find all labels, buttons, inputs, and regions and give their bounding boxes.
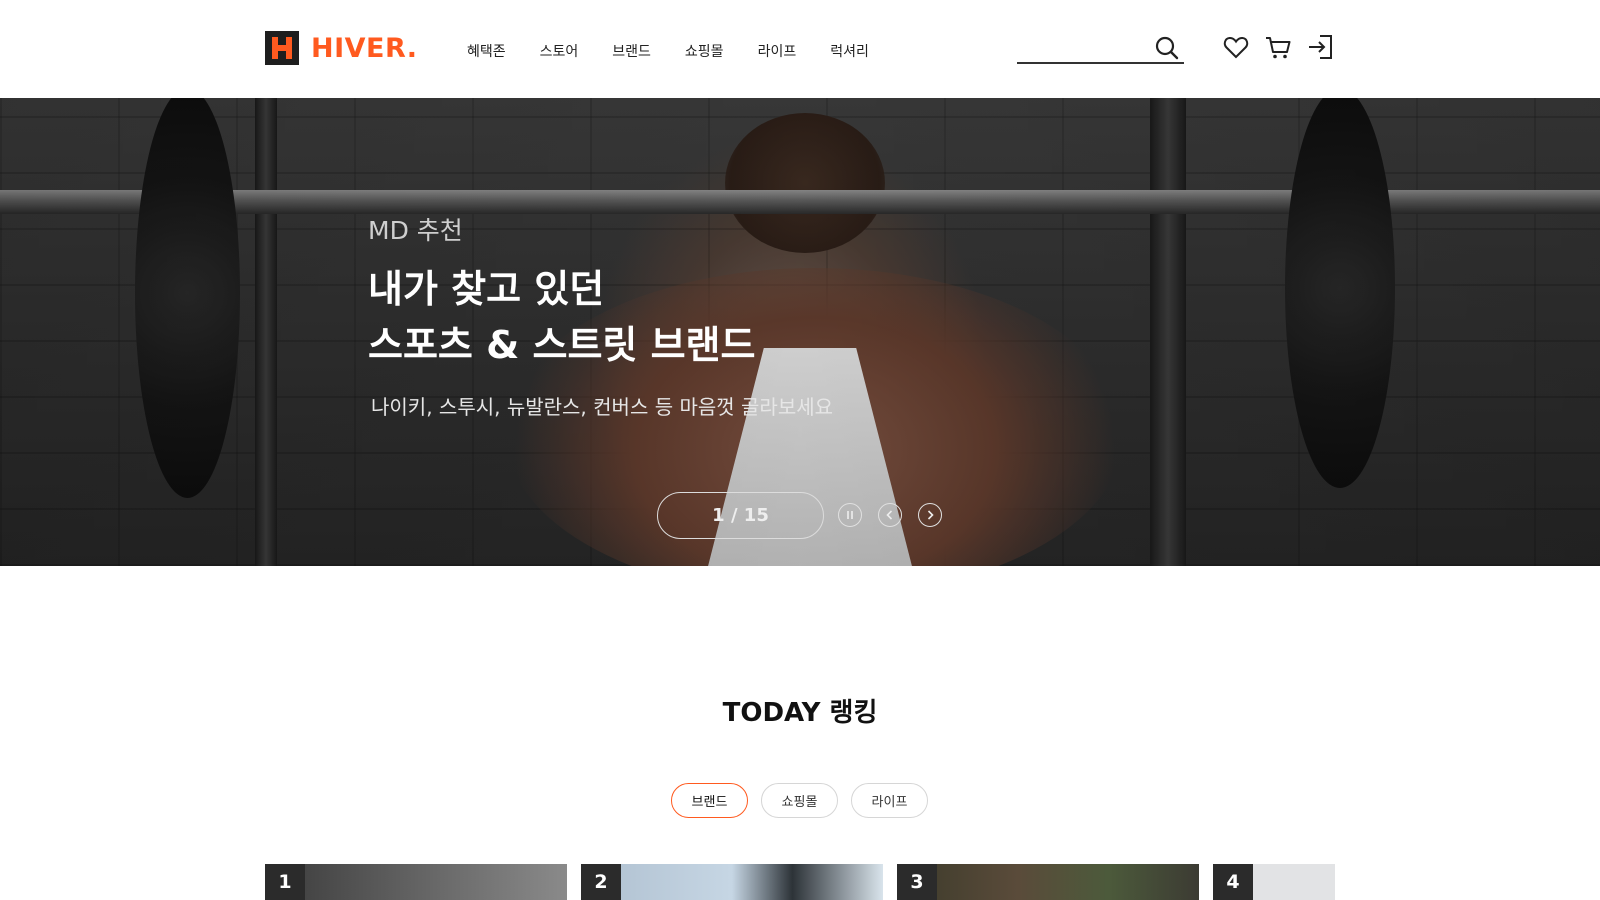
slide-pager: 1 / 15 [657,492,824,539]
nav-item-store[interactable]: 스토어 [540,41,579,61]
brand-name: HIVER. [311,32,418,64]
pause-icon[interactable] [838,503,862,527]
nav-item-life[interactable]: 라이프 [758,41,797,61]
chevron-right-icon[interactable] [918,503,942,527]
nav-item-brand[interactable]: 브랜드 [612,41,651,61]
heart-icon[interactable] [1222,33,1250,61]
ranking-card[interactable]: 4 [1213,864,1335,900]
hero-title-line2: 스포츠 & 스트릿 브랜드 [368,323,756,367]
ranking-card[interactable]: 1 [265,864,567,900]
ranking-tabs: 브랜드 쇼핑몰 라이프 [671,783,941,818]
tab-mall[interactable]: 쇼핑몰 [761,783,838,818]
logo-mark-icon [265,31,299,65]
ranking-card[interactable]: 3 [897,864,1199,900]
tab-life[interactable]: 라이프 [851,783,928,818]
rank-number: 1 [265,864,305,900]
ranking-cards: 1 2 3 4 [265,864,1335,900]
nav-item-benefits[interactable]: 혜택존 [467,41,506,61]
ranking-title: TODAY 랭킹 [722,698,878,728]
login-icon[interactable] [1306,33,1334,61]
cart-icon[interactable] [1264,33,1292,61]
ranking-card[interactable]: 2 [581,864,883,900]
hero-copy: MD 추천 내가 찾고 있던 스포츠 & 스트릿 브랜드 나이키, 스투시, 뉴… [368,211,833,420]
hero-banner[interactable]: MD 추천 내가 찾고 있던 스포츠 & 스트릿 브랜드 나이키, 스투시, 뉴… [0,98,1600,566]
rank-number: 2 [581,864,621,900]
hero-eyebrow: MD 추천 [368,216,463,245]
rank-number: 4 [1213,864,1253,900]
search-input[interactable] [1017,36,1147,60]
hero-description: 나이키, 스투시, 뉴발란스, 컨버스 등 마음껏 골라보세요 [371,395,834,419]
hero-title-line1: 내가 찾고 있던 [368,267,605,311]
site-header: HIVER. 혜택존 스토어 브랜드 쇼핑몰 라이프 럭셔리 [0,0,1600,98]
nav-item-mall[interactable]: 쇼핑몰 [685,41,724,61]
nav-item-luxury[interactable]: 럭셔리 [830,41,869,61]
rank-number: 3 [897,864,937,900]
search-bar [1017,34,1184,64]
tab-brand[interactable]: 브랜드 [671,783,748,818]
search-icon[interactable] [1154,35,1180,61]
brand-logo[interactable]: HIVER. [265,31,418,65]
main-nav: 혜택존 스토어 브랜드 쇼핑몰 라이프 럭셔리 [467,41,903,61]
chevron-left-icon[interactable] [878,503,902,527]
